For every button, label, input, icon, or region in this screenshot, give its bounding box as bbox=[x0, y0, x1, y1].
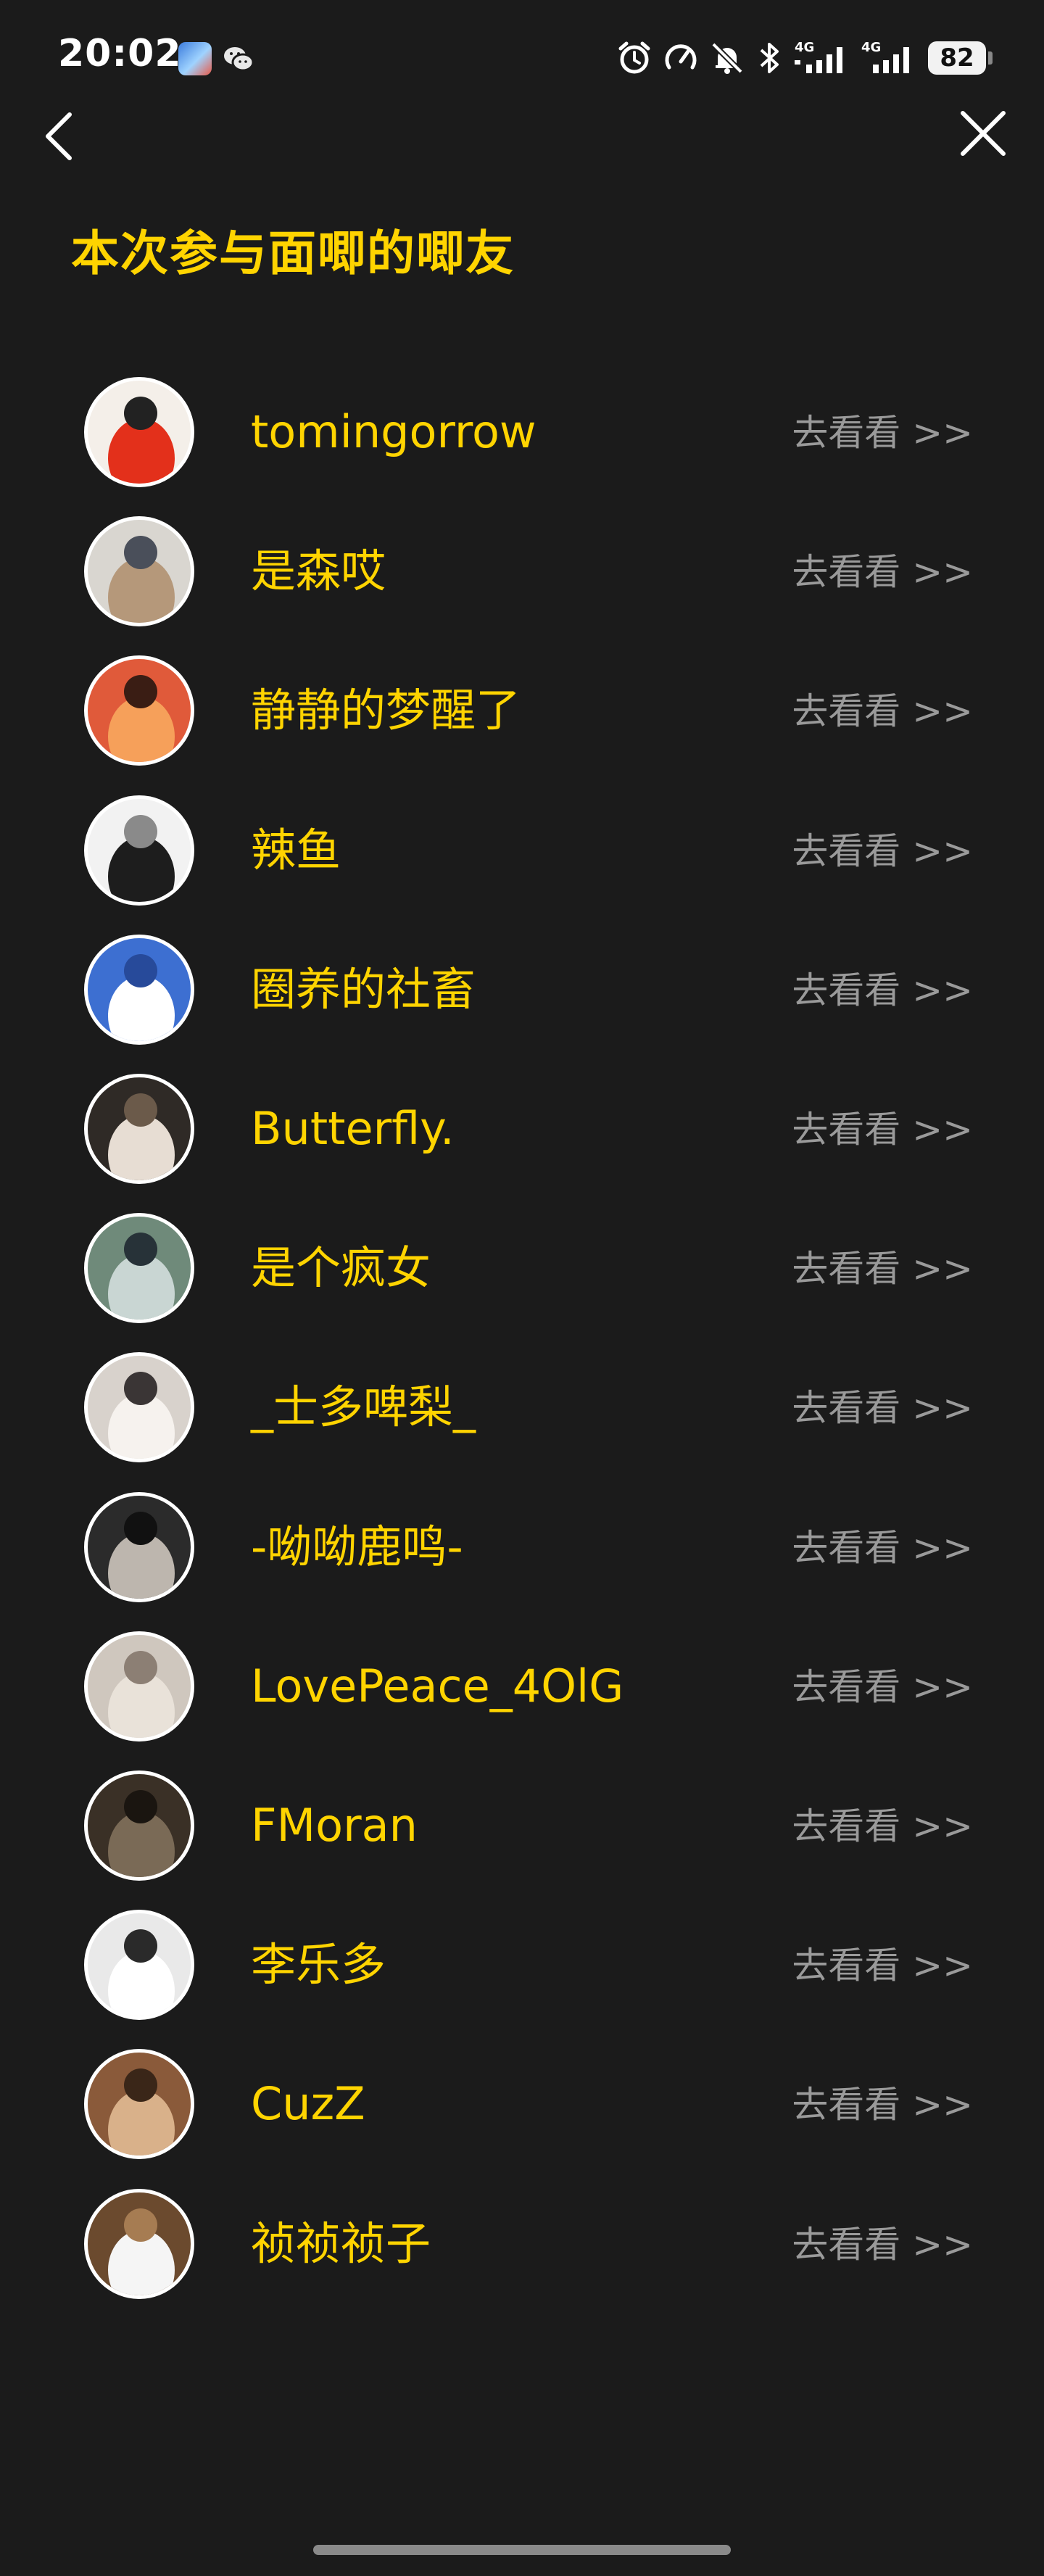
close-button[interactable] bbox=[957, 107, 1009, 160]
view-link[interactable]: 去看看 >> bbox=[792, 2084, 973, 2126]
mute-bell-icon bbox=[709, 40, 745, 76]
back-button[interactable] bbox=[38, 107, 84, 165]
speed-icon bbox=[663, 40, 699, 76]
friend-row[interactable]: 圈养的社畜 去看看 >> bbox=[0, 920, 1044, 1059]
friend-name: CuzZ bbox=[251, 2077, 365, 2131]
view-link[interactable]: 去看看 >> bbox=[792, 830, 973, 872]
page-title: 本次参与面唧的唧友 bbox=[71, 225, 515, 281]
friend-row[interactable]: _士多啤梨_ 去看看 >> bbox=[0, 1338, 1044, 1477]
friend-name: 辣鱼 bbox=[251, 823, 341, 877]
friend-name: 祯祯祯子 bbox=[251, 2216, 431, 2270]
status-icons: 4G 4G 82 bbox=[616, 38, 993, 78]
game-app-icon bbox=[178, 42, 212, 75]
view-link[interactable]: 去看看 >> bbox=[792, 690, 973, 732]
avatar[interactable] bbox=[84, 516, 194, 627]
friend-name: FMoran bbox=[251, 1799, 418, 1852]
avatar-image bbox=[124, 2208, 157, 2242]
avatar-image bbox=[124, 1511, 157, 1545]
wechat-icon bbox=[222, 42, 255, 75]
status-bar: 20:02 4G 4G 82 bbox=[0, 0, 1044, 116]
friend-row[interactable]: Butterfly. 去看看 >> bbox=[0, 1059, 1044, 1198]
chevron-left-icon bbox=[46, 112, 72, 160]
friend-row[interactable]: 李乐多 去看看 >> bbox=[0, 1895, 1044, 2034]
avatar-image bbox=[124, 953, 157, 987]
view-link[interactable]: 去看看 >> bbox=[792, 412, 973, 454]
avatar-image bbox=[124, 1650, 157, 1684]
view-link[interactable]: 去看看 >> bbox=[792, 1248, 973, 1290]
avatar[interactable] bbox=[84, 655, 194, 766]
view-link[interactable]: 去看看 >> bbox=[792, 1527, 973, 1569]
alarm-icon bbox=[616, 40, 652, 76]
friend-name: 是个疯女 bbox=[251, 1241, 431, 1295]
avatar-image bbox=[124, 814, 157, 848]
friend-row[interactable]: tomingorrow 去看看 >> bbox=[0, 363, 1044, 502]
friend-name: -呦呦鹿鸣- bbox=[251, 1520, 463, 1573]
friend-name: 圈养的社畜 bbox=[251, 962, 476, 1016]
avatar[interactable] bbox=[84, 2188, 194, 2299]
bluetooth-icon bbox=[755, 40, 784, 76]
avatar[interactable] bbox=[84, 1771, 194, 1881]
friend-name: 李乐多 bbox=[251, 1938, 386, 1992]
avatar[interactable] bbox=[84, 1352, 194, 1463]
avatar-image bbox=[124, 1790, 157, 1823]
avatar-image bbox=[124, 1093, 157, 1127]
signal-icon: 4G bbox=[861, 40, 918, 76]
friend-name: 是森哎 bbox=[251, 544, 386, 598]
signal-icon: 4G bbox=[795, 40, 851, 76]
avatar-image bbox=[124, 397, 157, 430]
view-link[interactable]: 去看看 >> bbox=[792, 2224, 973, 2266]
view-link[interactable]: 去看看 >> bbox=[792, 1109, 973, 1151]
avatar-image bbox=[124, 536, 157, 570]
friend-row[interactable]: FMoran 去看看 >> bbox=[0, 1756, 1044, 1895]
view-link[interactable]: 去看看 >> bbox=[792, 551, 973, 593]
status-time: 20:02 bbox=[58, 32, 182, 75]
friend-row[interactable]: 静静的梦醒了 去看看 >> bbox=[0, 641, 1044, 780]
friend-name: tomingorrow bbox=[251, 405, 536, 458]
friend-row[interactable]: 是个疯女 去看看 >> bbox=[0, 1198, 1044, 1338]
view-link[interactable]: 去看看 >> bbox=[792, 1945, 973, 1987]
avatar-image bbox=[124, 1929, 157, 1963]
friend-name: 静静的梦醒了 bbox=[251, 684, 521, 737]
avatar[interactable] bbox=[84, 1910, 194, 2021]
close-icon bbox=[961, 111, 1006, 156]
view-link[interactable]: 去看看 >> bbox=[792, 969, 973, 1011]
home-indicator[interactable] bbox=[313, 2545, 731, 2555]
avatar[interactable] bbox=[84, 1074, 194, 1184]
friend-name: _士多啤梨_ bbox=[251, 1380, 476, 1434]
avatar[interactable] bbox=[84, 795, 194, 906]
view-link[interactable]: 去看看 >> bbox=[792, 1666, 973, 1708]
avatar[interactable] bbox=[84, 1631, 194, 1742]
friend-name: LovePeace_4OlG bbox=[251, 1659, 624, 1712]
avatar[interactable] bbox=[84, 2049, 194, 2160]
avatar-image bbox=[124, 1233, 157, 1267]
avatar[interactable] bbox=[84, 1491, 194, 1602]
friend-row[interactable]: -呦呦鹿鸣- 去看看 >> bbox=[0, 1478, 1044, 1617]
avatar[interactable] bbox=[84, 1213, 194, 1324]
avatar[interactable] bbox=[84, 934, 194, 1045]
friend-row[interactable]: 辣鱼 去看看 >> bbox=[0, 781, 1044, 920]
friend-row[interactable]: CuzZ 去看看 >> bbox=[0, 2034, 1044, 2174]
friend-row[interactable]: 祯祯祯子 去看看 >> bbox=[0, 2174, 1044, 2314]
avatar[interactable] bbox=[84, 377, 194, 487]
friend-name: Butterfly. bbox=[251, 1102, 455, 1155]
friend-row[interactable]: LovePeace_4OlG 去看看 >> bbox=[0, 1617, 1044, 1756]
friend-row[interactable]: 是森哎 去看看 >> bbox=[0, 502, 1044, 641]
view-link[interactable]: 去看看 >> bbox=[792, 1387, 973, 1429]
battery-icon: 82 bbox=[928, 41, 993, 75]
view-link[interactable]: 去看看 >> bbox=[792, 1805, 973, 1847]
